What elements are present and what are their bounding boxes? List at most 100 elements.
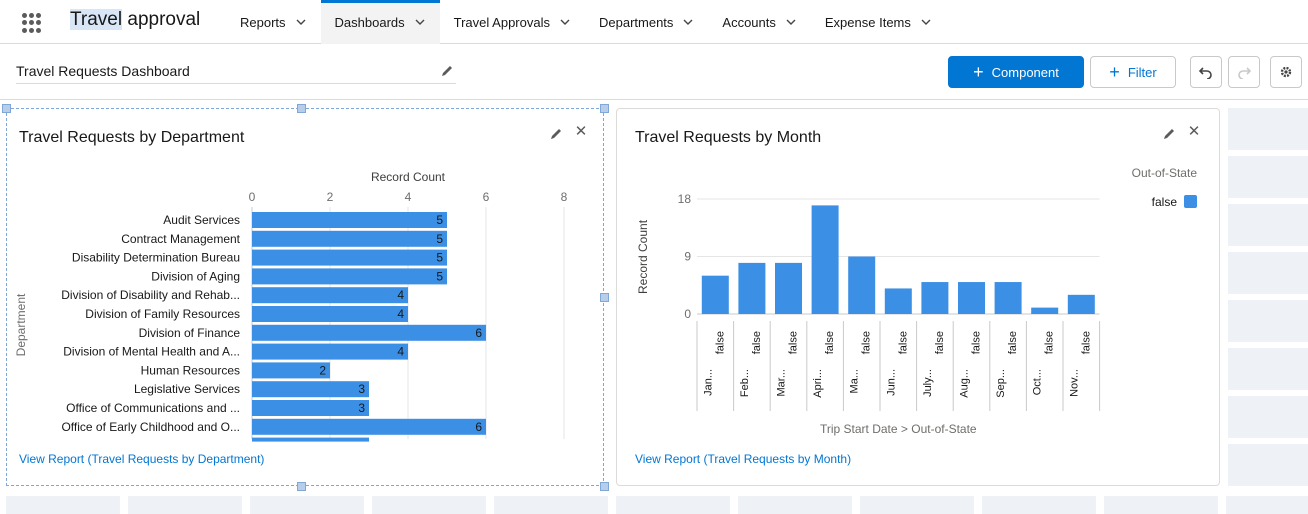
- y-tick-label: 0: [684, 307, 691, 321]
- bar: [848, 256, 876, 314]
- chevron-down-icon[interactable]: [559, 16, 571, 28]
- category-label: Audit Services: [163, 213, 240, 227]
- app-launcher-icon[interactable]: [22, 13, 42, 33]
- add-filter-label: Filter: [1127, 64, 1157, 80]
- category-label: Office of Early Childhood and O...: [61, 420, 240, 434]
- chevron-down-icon[interactable]: [414, 16, 426, 28]
- bar: [252, 343, 408, 360]
- sub-category-label: false: [897, 331, 909, 354]
- bar: [1067, 294, 1095, 314]
- dashboard-title: Travel Requests Dashboard: [16, 63, 190, 79]
- x-axis-label: Record Count: [371, 170, 446, 184]
- canvas-grid-cell: [6, 496, 120, 514]
- category-label: Sep...: [995, 369, 1007, 398]
- y-tick-label: 18: [678, 192, 692, 206]
- dashboard-title-field[interactable]: Travel Requests Dashboard: [16, 60, 456, 84]
- app-name: Travel approval: [70, 9, 200, 31]
- dashboard-toolbar: Travel Requests Dashboard + Component + Fi…: [0, 44, 1308, 100]
- bar: [701, 275, 729, 314]
- bar: [775, 262, 802, 314]
- sub-category-label: false: [1007, 331, 1019, 354]
- category-label: Division of Family Resources: [85, 307, 240, 321]
- sub-category-label: false: [1080, 331, 1092, 354]
- redo-icon: [1238, 67, 1251, 79]
- view-report-link[interactable]: View Report (Travel Requests by Departme…: [19, 452, 264, 466]
- tab-departments[interactable]: Departments: [585, 0, 708, 44]
- category-label: Human Resources: [141, 363, 240, 377]
- data-label: 6: [475, 326, 482, 340]
- tab-label: Accounts: [722, 14, 776, 30]
- bar: [252, 400, 369, 416]
- resize-handle-top[interactable]: [297, 104, 306, 113]
- tab-label: Travel Approvals: [453, 14, 550, 30]
- dashboard-canvas: Travel Requests by Department ✕ Record C…: [0, 100, 1308, 514]
- undo-button[interactable]: [1190, 56, 1222, 88]
- resize-handle-top-left[interactable]: [2, 104, 11, 113]
- canvas-grid-cell: [1104, 496, 1218, 514]
- data-label: 4: [397, 288, 404, 302]
- bar: [811, 205, 839, 314]
- sub-category-label: false: [788, 331, 800, 354]
- chevron-down-icon[interactable]: [920, 16, 932, 28]
- resize-handle-bottom[interactable]: [297, 482, 306, 491]
- category-label: Nov...: [1068, 369, 1080, 397]
- canvas-grid-cell: [1228, 348, 1308, 390]
- canvas-grid-cell: [494, 496, 608, 514]
- canvas-grid-cell: [1228, 156, 1308, 198]
- category-label: Jan...: [702, 369, 714, 396]
- canvas-grid-cell: [1228, 108, 1308, 150]
- canvas-grid-cell: [372, 496, 486, 514]
- canvas-grid-cell: [982, 496, 1096, 514]
- add-component-button[interactable]: + Component: [948, 56, 1084, 88]
- widget-travel-by-month[interactable]: Travel Requests by Month ✕ 0 9 18 Record Co…: [616, 108, 1220, 486]
- redo-button[interactable]: [1228, 56, 1260, 88]
- bar-partial: [252, 437, 369, 442]
- resize-handle-top-right[interactable]: [600, 104, 609, 113]
- view-report-link[interactable]: View Report (Travel Requests by Month): [635, 452, 851, 466]
- tab-reports[interactable]: Reports: [226, 0, 321, 44]
- sub-category-label: false: [861, 331, 873, 354]
- tab-accounts[interactable]: Accounts: [708, 0, 810, 44]
- app-name-rest: approval: [122, 9, 201, 30]
- settings-button[interactable]: [1270, 56, 1302, 88]
- legend-label: false: [1152, 195, 1178, 209]
- category-label: Oct...: [1032, 369, 1044, 395]
- x-tick-label: 6: [483, 190, 490, 204]
- category-label: Disability Determination Bureau: [72, 251, 240, 265]
- category-label: Office of Communications and ...: [66, 401, 240, 415]
- sub-category-label: false: [824, 331, 836, 354]
- chevron-down-icon[interactable]: [682, 16, 694, 28]
- add-component-label: Component: [991, 64, 1059, 80]
- data-label: 4: [397, 345, 404, 359]
- tab-travel-approvals[interactable]: Travel Approvals: [440, 0, 585, 44]
- bar: [994, 282, 1022, 314]
- plus-icon: +: [1109, 62, 1120, 82]
- tab-expense-items[interactable]: Expense Items: [811, 0, 946, 44]
- sub-category-label: false: [751, 331, 763, 354]
- sub-category-label: false: [971, 331, 983, 354]
- x-tick-label: 8: [561, 190, 568, 204]
- pencil-icon[interactable]: [440, 64, 454, 78]
- add-filter-button[interactable]: + Filter: [1090, 56, 1176, 88]
- resize-handle-bottom-right[interactable]: [600, 482, 609, 491]
- tab-label: Dashboards: [334, 14, 405, 30]
- category-label: Ma...: [849, 369, 861, 393]
- data-label: 5: [436, 232, 443, 246]
- data-label: 3: [358, 382, 365, 396]
- tab-dashboards[interactable]: Dashboards: [320, 0, 440, 44]
- widget-travel-by-department[interactable]: Travel Requests by Department ✕ Record C…: [2, 104, 609, 491]
- tab-label: Departments: [598, 14, 674, 30]
- bar: [1031, 307, 1059, 314]
- x-axis-label: Trip Start Date > Out-of-State: [820, 422, 977, 436]
- category-label: Apri...: [812, 369, 824, 398]
- chevron-down-icon[interactable]: [295, 16, 307, 28]
- bar: [252, 268, 447, 285]
- chevron-down-icon[interactable]: [785, 16, 797, 28]
- resize-handle-right[interactable]: [600, 293, 609, 302]
- department-bar-chart: Record Count 0 2 4 6 8 5 Audit Services 5 Contrac…: [14, 170, 568, 442]
- x-tick-label: 0: [249, 190, 256, 204]
- global-nav: Travel approval Reports Dashboards Travel …: [0, 0, 1308, 44]
- bar: [252, 381, 369, 398]
- month-bar-chart: 0 9 18 Record Count false Jan... false Feb... fa…: [636, 166, 1197, 436]
- plus-icon: +: [973, 62, 984, 82]
